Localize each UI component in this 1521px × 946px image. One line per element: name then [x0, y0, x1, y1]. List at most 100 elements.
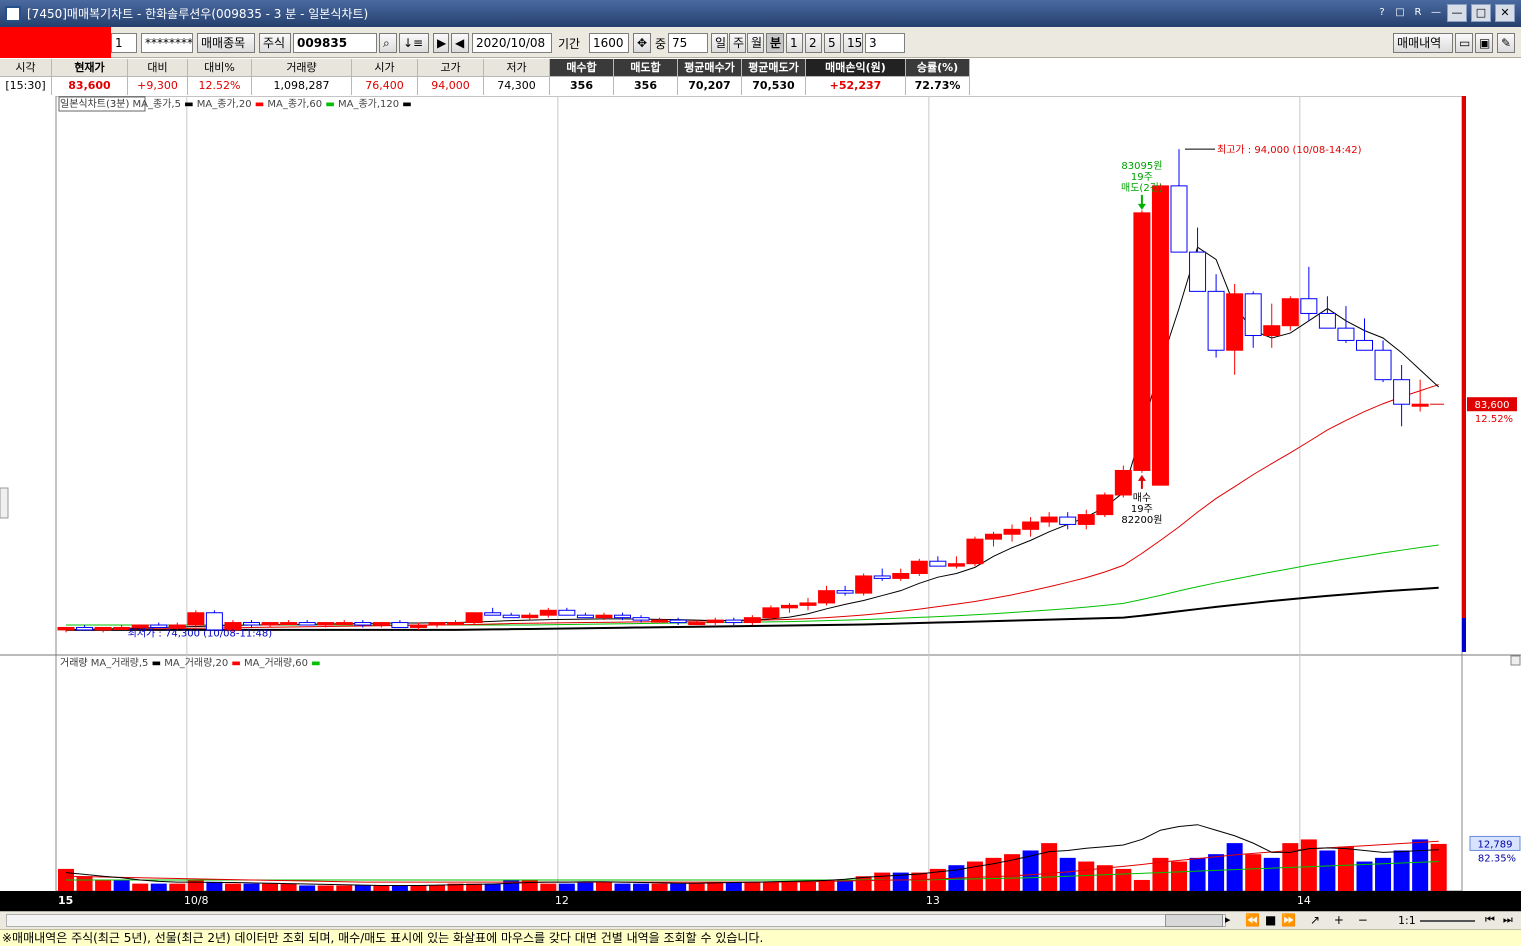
- account-select[interactable]: 1: [111, 33, 137, 53]
- candle-body-71[interactable]: [1374, 349, 1392, 381]
- candle-body-13[interactable]: [298, 622, 316, 626]
- volume-bar-12[interactable]: [280, 883, 297, 891]
- candle-body-30[interactable]: [614, 614, 631, 619]
- scroll-track[interactable]: [6, 914, 1226, 927]
- volume-bar-62[interactable]: [1208, 854, 1225, 891]
- candle-body-42[interactable]: [836, 590, 854, 594]
- stock-code-input[interactable]: 009835: [293, 33, 377, 53]
- volume-bar-32[interactable]: [651, 883, 668, 891]
- r-icon[interactable]: R: [1411, 4, 1425, 22]
- candle-body-5[interactable]: [150, 624, 168, 628]
- volume-bar-74[interactable]: [1430, 843, 1447, 891]
- unit-15[interactable]: 15: [843, 33, 863, 53]
- trade-history-button[interactable]: 매매내역: [1393, 33, 1453, 53]
- volume-bar-69[interactable]: [1337, 846, 1354, 891]
- candle-body-16[interactable]: [354, 622, 372, 626]
- volume-bar-7[interactable]: [187, 879, 204, 891]
- help-icon[interactable]: ?: [1375, 4, 1389, 22]
- candle-body-26[interactable]: [539, 609, 557, 616]
- volume-bar-3[interactable]: [113, 879, 130, 891]
- candle-body-73[interactable]: [1411, 403, 1429, 407]
- volume-bar-53[interactable]: [1041, 843, 1058, 891]
- candle-body-2[interactable]: [94, 626, 112, 631]
- volume-bar-23[interactable]: [484, 883, 501, 891]
- minimize-button[interactable]: —: [1447, 4, 1467, 22]
- market-button[interactable]: 주식: [259, 33, 291, 53]
- volume-bar-43[interactable]: [855, 876, 872, 891]
- candle-body-7[interactable]: [187, 612, 205, 626]
- candle-body-35[interactable]: [706, 619, 724, 624]
- candle-body-44[interactable]: [873, 575, 891, 579]
- volume-bar-33[interactable]: [670, 883, 687, 891]
- candle-body-27[interactable]: [558, 609, 576, 616]
- candle-body-20[interactable]: [428, 622, 446, 626]
- candle-body-72[interactable]: [1393, 379, 1411, 405]
- volume-bar-72[interactable]: [1393, 850, 1410, 891]
- maximize-button[interactable]: □: [1471, 4, 1491, 22]
- volume-bar-38[interactable]: [762, 881, 779, 891]
- candle-body-34[interactable]: [688, 622, 706, 626]
- candle-body-28[interactable]: [576, 614, 594, 619]
- pin-icon[interactable]: —: [1429, 4, 1443, 22]
- candle-body-25[interactable]: [521, 614, 539, 619]
- candle-body-14[interactable]: [317, 622, 335, 626]
- end-icons[interactable]: ⏮⏭: [1485, 913, 1521, 927]
- candle-body-6[interactable]: [168, 624, 186, 628]
- save-icon[interactable]: ▣: [1475, 33, 1493, 53]
- scroll-right-icon[interactable]: ▸: [1225, 913, 1231, 926]
- candle-body-17[interactable]: [372, 622, 390, 626]
- candle-body-19[interactable]: [409, 624, 427, 628]
- unit-week[interactable]: 주: [729, 33, 746, 53]
- volume-bar-11[interactable]: [262, 883, 279, 891]
- candle-body-43[interactable]: [855, 575, 873, 594]
- volume-bar-30[interactable]: [614, 883, 631, 891]
- candle-body-24[interactable]: [502, 614, 520, 619]
- volume-bar-61[interactable]: [1189, 857, 1206, 891]
- unit-minute[interactable]: 분: [766, 33, 784, 53]
- candle-body-52[interactable]: [1022, 521, 1040, 530]
- candle-body-68[interactable]: [1318, 312, 1336, 329]
- candle-body-33[interactable]: [669, 619, 687, 624]
- candle-body-48[interactable]: [947, 563, 965, 567]
- candle-body-62[interactable]: [1207, 290, 1225, 351]
- candle-body-51[interactable]: [1003, 528, 1021, 535]
- candle-body-15[interactable]: [335, 622, 353, 626]
- wrench-icon[interactable]: ✎: [1497, 33, 1515, 53]
- candle-body-12[interactable]: [280, 622, 298, 626]
- unit-2[interactable]: 2: [805, 33, 822, 53]
- candle-body-23[interactable]: [484, 612, 502, 616]
- candle-body-65[interactable]: [1263, 325, 1281, 337]
- volume-bar-10[interactable]: [243, 883, 260, 891]
- volume-bar-44[interactable]: [874, 872, 891, 891]
- chart-svg[interactable]: 일본식차트(3분) MA_종가,5 ▬ MA_종가,20 ▬ MA_종가,60 …: [0, 95, 1521, 892]
- volume-bar-54[interactable]: [1059, 857, 1076, 891]
- close-button[interactable]: ✕: [1495, 4, 1515, 22]
- volume-bar-57[interactable]: [1115, 868, 1132, 891]
- chart-scrollbar[interactable]: ▸ ⏪■⏩ ↗ + − 1:1 ⏮⏭: [0, 911, 1521, 929]
- candle-body-59[interactable]: [1151, 185, 1169, 486]
- crosshair-icon[interactable]: ✥: [633, 33, 651, 53]
- candle-body-56[interactable]: [1096, 494, 1114, 516]
- candle-body-29[interactable]: [595, 614, 613, 619]
- volume-bar-2[interactable]: [95, 879, 112, 891]
- candle-body-18[interactable]: [391, 622, 409, 628]
- volume-bar-52[interactable]: [1022, 850, 1039, 891]
- candle-body-21[interactable]: [447, 622, 465, 626]
- middle-input[interactable]: 75: [668, 33, 708, 53]
- left-expand-handle[interactable]: [0, 487, 9, 519]
- volume-bar-28[interactable]: [577, 881, 594, 891]
- volume-bar-58[interactable]: [1133, 879, 1150, 891]
- candle-body-50[interactable]: [985, 533, 1002, 540]
- volume-bar-34[interactable]: [688, 883, 705, 891]
- volume-bar-73[interactable]: [1412, 839, 1429, 891]
- candle-body-64[interactable]: [1244, 293, 1262, 337]
- pane-close-icon[interactable]: [1510, 655, 1521, 666]
- candle-body-67[interactable]: [1300, 298, 1318, 314]
- candle-body-58[interactable]: [1133, 212, 1151, 471]
- volume-bar-5[interactable]: [150, 883, 167, 891]
- candle-body-45[interactable]: [892, 572, 910, 579]
- candle-body-49[interactable]: [966, 538, 984, 565]
- candle-body-0[interactable]: [57, 626, 75, 631]
- candle-body-1[interactable]: [76, 626, 94, 631]
- candle-body-39[interactable]: [780, 604, 798, 609]
